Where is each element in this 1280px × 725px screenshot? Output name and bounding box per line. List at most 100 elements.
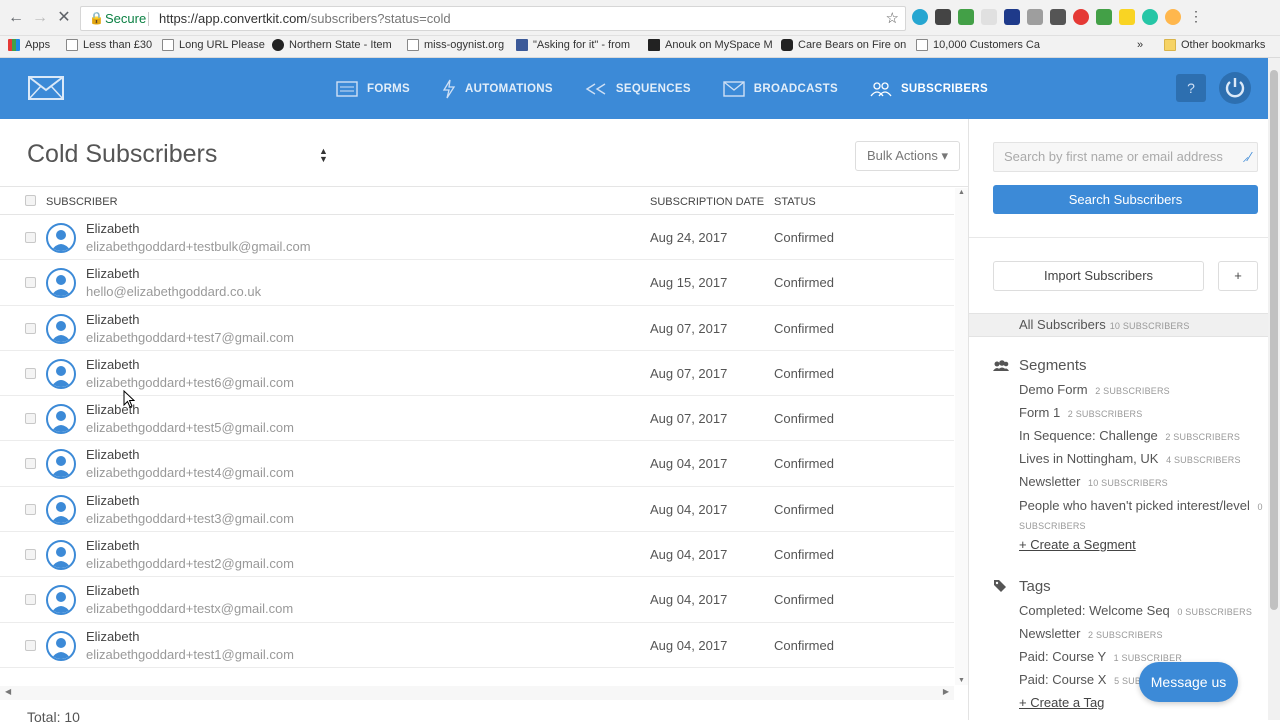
extension-icon[interactable]: [1119, 9, 1135, 25]
table-row[interactable]: Elizabeth elizabethgoddard+test6@gmail.co…: [0, 351, 954, 397]
nav-sequences[interactable]: SEQUENCES: [585, 82, 691, 96]
table-row[interactable]: Elizabeth elizabethgoddard+test7@gmail.co…: [0, 306, 954, 351]
table-row[interactable]: Elizabeth elizabethgoddard+testx@gmail.co…: [0, 577, 954, 623]
back-icon[interactable]: ←: [6, 8, 26, 28]
emoji-icon[interactable]: [1165, 9, 1181, 25]
bookmark-item[interactable]: "Asking for it" - from: [516, 39, 630, 51]
extension-icon[interactable]: [1050, 9, 1066, 25]
sidebar: Search by first name or email address ⸝⁄…: [968, 119, 1269, 720]
extension-icon[interactable]: [912, 9, 928, 25]
segment-item[interactable]: People who haven't picked interest/level…: [1019, 497, 1264, 535]
page-title: Cold Subscribers: [27, 140, 218, 168]
bookmark-item[interactable]: miss-ogynist.org: [407, 39, 504, 51]
bookmark-item[interactable]: 10,000 Customers Ca: [916, 39, 1040, 51]
row-checkbox[interactable]: [25, 322, 36, 334]
segment-item[interactable]: Newsletter 10 SUBSCRIBERS: [1019, 474, 1168, 489]
search-input[interactable]: Search by first name or email address ⸝⁄: [993, 142, 1258, 172]
table-row[interactable]: Elizabeth hello@elizabethgoddard.co.uk Aug…: [0, 260, 954, 306]
extension-icon[interactable]: [981, 9, 997, 25]
nav-automations[interactable]: AUTOMATIONS: [442, 79, 553, 99]
table-row[interactable]: Elizabeth elizabethgoddard+test1@gmail.co…: [0, 623, 954, 668]
subscriber-name[interactable]: Elizabeth: [86, 266, 139, 281]
stop-icon[interactable]: ✕: [54, 8, 74, 28]
create-segment-link[interactable]: + Create a Segment: [1019, 537, 1136, 552]
account-power-icon[interactable]: [1219, 72, 1251, 104]
nav-subscribers[interactable]: SUBSCRIBERS: [870, 81, 988, 97]
row-checkbox[interactable]: [25, 458, 36, 470]
extension-icon[interactable]: [1142, 9, 1158, 25]
column-subscription-date[interactable]: SUBSCRIPTION DATE: [650, 196, 764, 208]
menu-icon[interactable]: ⋮: [1188, 9, 1204, 25]
subscriber-name[interactable]: Elizabeth: [86, 493, 139, 508]
subscriber-name[interactable]: Elizabeth: [86, 629, 139, 644]
table-row[interactable]: Elizabeth elizabethgoddard+test4@gmail.co…: [0, 441, 954, 487]
more-bookmarks-icon[interactable]: »: [1137, 39, 1143, 51]
sort-toggle-icon[interactable]: ▲ ▼: [319, 147, 328, 164]
add-subscriber-button[interactable]: +: [1218, 261, 1258, 291]
create-tag-link[interactable]: + Create a Tag: [1019, 695, 1104, 710]
table-row[interactable]: Elizabeth elizabethgoddard+test5@gmail.co…: [0, 396, 954, 442]
subscriber-email: elizabethgoddard+test4@gmail.com: [86, 465, 294, 481]
column-status[interactable]: STATUS: [774, 196, 816, 208]
all-subscribers-link[interactable]: All Subscribers 10 SUBSCRIBERS: [969, 313, 1269, 337]
nav-broadcasts[interactable]: BROADCASTS: [723, 80, 838, 97]
column-subscriber[interactable]: SUBSCRIBER: [46, 196, 118, 208]
forward-icon[interactable]: →: [30, 8, 50, 28]
extension-icon[interactable]: [1096, 9, 1112, 25]
segment-item[interactable]: In Sequence: Challenge 2 SUBSCRIBERS: [1019, 428, 1240, 443]
row-checkbox[interactable]: [25, 413, 36, 425]
subscriber-name[interactable]: Elizabeth: [86, 312, 139, 327]
subscription-date: Aug 04, 2017: [650, 456, 728, 472]
subscriber-name[interactable]: Elizabeth: [86, 447, 139, 462]
list-vertical-scrollbar[interactable]: ▲ ▼: [955, 188, 968, 685]
bookmark-item[interactable]: Care Bears on Fire on: [781, 39, 906, 51]
import-subscribers-button[interactable]: Import Subscribers: [993, 261, 1204, 291]
segment-item[interactable]: Form 1 2 SUBSCRIBERS: [1019, 405, 1142, 420]
bookmark-item[interactable]: Apps: [8, 39, 50, 51]
subscriber-name[interactable]: Elizabeth: [86, 357, 139, 372]
bookmark-item[interactable]: Northern State - Item: [272, 39, 392, 51]
page-scrollbar[interactable]: [1268, 58, 1280, 720]
total-count: Total: 10: [27, 709, 80, 725]
table-header: SUBSCRIBER SUBSCRIPTION DATE STATUS: [0, 188, 954, 215]
segment-item[interactable]: Demo Form 2 SUBSCRIBERS: [1019, 382, 1170, 397]
table-row[interactable]: Elizabeth elizabethgoddard+test2@gmail.co…: [0, 532, 954, 578]
logo-envelope-icon[interactable]: [28, 76, 64, 105]
tag-item[interactable]: Newsletter 2 SUBSCRIBERS: [1019, 626, 1163, 641]
bookmark-star-icon[interactable]: ☆: [886, 7, 899, 30]
table-row[interactable]: Elizabeth elizabethgoddard+testbulk@gmail…: [0, 215, 954, 261]
row-checkbox[interactable]: [25, 277, 36, 289]
extensions-bar: ⋮: [912, 9, 1204, 25]
help-button[interactable]: ?: [1176, 74, 1206, 102]
subscriber-name[interactable]: Elizabeth: [86, 538, 139, 553]
list-horizontal-scrollbar[interactable]: ◀ ▶: [0, 686, 954, 700]
row-checkbox[interactable]: [25, 549, 36, 561]
extension-icon[interactable]: [1004, 9, 1020, 25]
address-bar[interactable]: 🔒 Secure https://app.convertkit.com/subs…: [80, 6, 906, 31]
tag-item[interactable]: Completed: Welcome Seq 0 SUBSCRIBERS: [1019, 603, 1252, 618]
segment-item[interactable]: Lives in Nottingham, UK 4 SUBSCRIBERS: [1019, 451, 1241, 466]
message-us-button[interactable]: Message us: [1139, 662, 1238, 702]
row-checkbox[interactable]: [25, 232, 36, 243]
bookmark-item[interactable]: Long URL Please: [162, 39, 265, 51]
search-subscribers-button[interactable]: Search Subscribers: [993, 185, 1258, 214]
bulk-actions-dropdown[interactable]: Bulk Actions ▾: [855, 141, 960, 171]
subscriber-name[interactable]: Elizabeth: [86, 221, 139, 236]
row-checkbox[interactable]: [25, 503, 36, 515]
extension-icon[interactable]: [935, 9, 951, 25]
nav-forms[interactable]: FORMS: [336, 80, 410, 97]
select-all-checkbox[interactable]: [25, 195, 36, 206]
magic-wand-icon[interactable]: ⸝⁄: [1242, 143, 1251, 171]
row-checkbox[interactable]: [25, 639, 36, 651]
other-bookmarks[interactable]: Other bookmarks: [1164, 39, 1265, 51]
row-checkbox[interactable]: [25, 594, 36, 606]
row-checkbox[interactable]: [25, 367, 36, 379]
bookmark-item[interactable]: Anouk on MySpace M: [648, 39, 773, 51]
table-row[interactable]: Elizabeth elizabethgoddard+test3@gmail.co…: [0, 487, 954, 533]
extension-icon[interactable]: [958, 9, 974, 25]
extension-icon[interactable]: [1027, 9, 1043, 25]
pinterest-icon[interactable]: [1073, 9, 1089, 25]
bookmark-item[interactable]: Less than £30: [66, 39, 152, 51]
subscriber-name[interactable]: Elizabeth: [86, 583, 139, 598]
subscription-date: Aug 07, 2017: [650, 411, 728, 427]
